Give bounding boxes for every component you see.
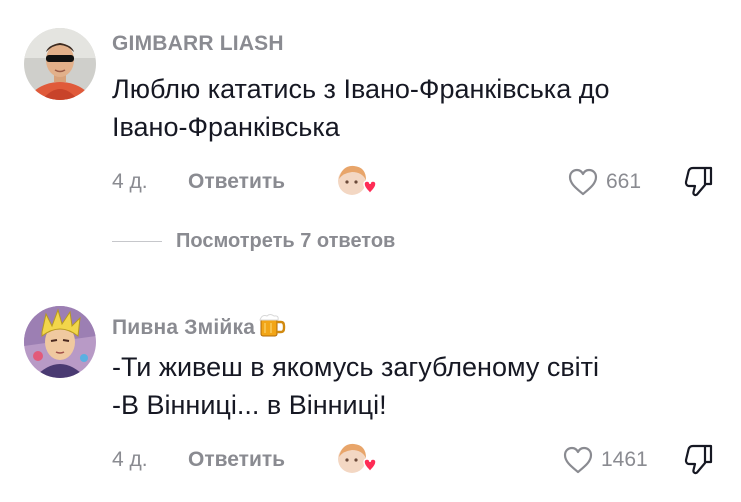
thumbs-down-icon — [684, 444, 713, 475]
like-count: 661 — [606, 170, 642, 193]
beer-mug-icon — [258, 312, 286, 344]
comment-actions: 4 д. Ответить 661 — [112, 162, 741, 202]
view-replies-button[interactable]: Посмотреть 7 ответов — [112, 226, 395, 256]
avatar[interactable] — [24, 306, 96, 378]
comment-item: Пивна Змійка -Ти живеш в якомусь загубле… — [0, 290, 741, 502]
avatar[interactable] — [24, 28, 96, 100]
creator-liked-heart-icon — [334, 440, 378, 480]
author-name[interactable]: GIMBARR LIASH — [112, 32, 284, 55]
dislike-button[interactable] — [682, 442, 716, 481]
author-name[interactable]: Пивна Змійка — [112, 316, 255, 339]
comment-text: Люблю кататись з Івано-Франківська до Ів… — [112, 74, 610, 142]
like-button[interactable]: 1461 — [562, 442, 648, 478]
like-count: 1461 — [601, 448, 648, 471]
heart-outline-icon — [568, 168, 598, 196]
divider-line — [112, 240, 162, 242]
reply-button[interactable]: Ответить — [188, 448, 285, 472]
comment-date: 4 д. — [112, 448, 148, 471]
avatar-anime-character-icon — [24, 306, 96, 378]
dislike-button[interactable] — [682, 164, 716, 203]
comment-author[interactable]: GIMBARR LIASH — [112, 32, 284, 56]
heart-outline-icon — [563, 446, 593, 474]
creator-liked-heart-icon — [334, 162, 378, 202]
like-button[interactable]: 661 — [567, 164, 641, 200]
avatar-man-sunglasses-icon — [24, 28, 96, 100]
view-replies-label: Посмотреть 7 ответов — [176, 229, 396, 252]
comment-actions: 4 д. Ответить 1461 — [112, 440, 741, 480]
comment-date: 4 д. — [112, 170, 148, 193]
reply-button[interactable]: Ответить — [188, 170, 285, 194]
comment-item: GIMBARR LIASH Люблю кататись з Івано-Фра… — [0, 0, 741, 210]
thumbs-down-icon — [684, 166, 713, 197]
comment-author[interactable]: Пивна Змійка — [112, 312, 286, 344]
comment-text: -Ти живеш в якомусь загубленому світі -В… — [112, 352, 600, 420]
